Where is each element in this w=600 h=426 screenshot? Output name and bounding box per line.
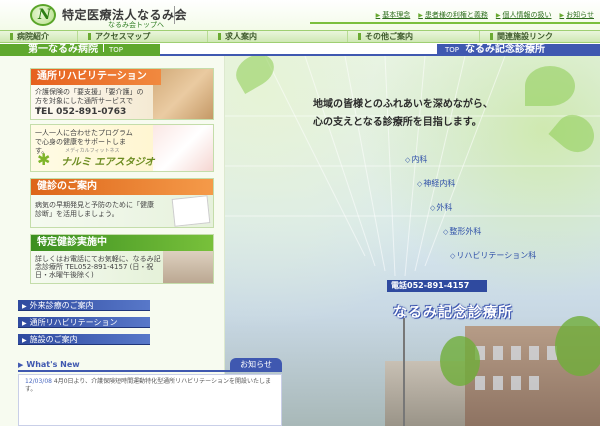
tree-decoration (440, 336, 480, 386)
special-checkup-title: 特定健診実施中 (31, 235, 213, 251)
top-link-philosophy[interactable]: 基本理念 (376, 10, 410, 20)
checkup-banner[interactable]: 健診のご案内 病気の早期発見と予防のために「健康診断」を活用しましょう。 (30, 178, 214, 228)
hero-tagline: 地域の皆様とのふれあいを深めながら、 心の支えとなる診療所を目指します。 (313, 96, 573, 132)
checkup-title: 健診のご案内 (31, 179, 213, 195)
nav-hospital-intro[interactable]: 病院紹介 (0, 31, 78, 42)
rehab-photo (153, 69, 213, 119)
street-lamp (403, 318, 405, 426)
tagline-line-2: 心の支えとなる診療所を目指します。 (313, 117, 482, 128)
building-window (529, 346, 539, 360)
dept-rehab[interactable]: リハビリテーション科 (450, 250, 536, 261)
special-checkup-desc: 詳しくはお電話にてお気軽に、なるみ記念診療所 TEL052-891-4157 (… (35, 255, 161, 279)
top-link-privacy[interactable]: 個人情報の扱い (496, 10, 552, 20)
clinic-name: なるみ記念診療所 (393, 305, 513, 321)
logo-icon[interactable]: N (30, 4, 56, 26)
building-window (493, 376, 503, 390)
building-window (511, 346, 521, 360)
rehab-banner[interactable]: 通所リハビリテーション 介護保険の「要支援」「要介護」の方を対象にした通所サービ… (30, 68, 214, 120)
nav-access-map[interactable]: アクセスマップ (78, 31, 208, 42)
rehab-title: 通所リハビリテーション (31, 69, 161, 85)
left-top-label: TOP (109, 46, 124, 54)
left-bar-separator (103, 44, 104, 52)
top-link-patient-rights[interactable]: 患者様の利権と義務 (418, 10, 488, 20)
studio-banner[interactable]: 一人一人に合わせたプログラムで心身の健康をサポートします。 ✱ メディカルフィッ… (30, 124, 214, 172)
news-text: 4月0日より、介護保険短時間運動特化型通所リハビリテーションを開設いたします。 (25, 378, 272, 393)
special-checkup-banner[interactable]: 特定健診実施中 詳しくはお電話にてお気軽に、なるみ記念診療所 TEL052-89… (30, 234, 214, 284)
news-item[interactable]: 12/03/08 4月0日より、介護保険短時間運動特化型通所リハビリテーションを… (18, 374, 282, 426)
nav-recruit[interactable]: 求人案内 (208, 31, 348, 42)
site-header: N 特定医療法人なるみ会 なるみ会トップへ 基本理念 患者様の利権と義務 個人情… (0, 0, 600, 30)
building-window (529, 376, 539, 390)
rehab-tel: TEL 052-891-0763 (35, 107, 127, 117)
whats-new-panel: What's New お知らせ 12/03/08 4月0日より、介護保険短時間運… (18, 356, 282, 426)
clinic-phone: 電話052-891-4157 (387, 280, 487, 292)
top-link-news[interactable]: お知らせ (560, 10, 594, 20)
top-links: 基本理念 患者様の利権と義務 個人情報の扱い お知らせ (376, 10, 594, 20)
clinic-building-image (163, 249, 213, 283)
logo-divider (174, 6, 175, 24)
header-rule (310, 22, 600, 24)
org-top-link[interactable]: なるみ会トップへ (108, 20, 164, 30)
right-top-label: TOP (445, 46, 460, 54)
dept-internal[interactable]: 内科 (405, 154, 427, 165)
dept-neurology[interactable]: 神経内科 (417, 178, 455, 189)
building-window (475, 376, 485, 390)
logo-letter: N (38, 7, 51, 23)
whats-new-header: What's New お知らせ (18, 358, 282, 372)
tree-decoration (555, 316, 600, 376)
fitness-figure-icon: ✱ (37, 150, 51, 169)
news-date: 12/03/08 (25, 378, 52, 385)
studio-brand: ナルミ エアスタジオ (61, 157, 155, 168)
side-link-rehab[interactable]: 通所リハビリテーション (18, 317, 150, 328)
checkup-sheet-image (171, 195, 211, 227)
dept-surgery[interactable]: 外科 (430, 202, 452, 213)
news-tag[interactable]: お知らせ (230, 358, 282, 371)
left-hospital-bar[interactable]: 第一なるみ病院 TOP (0, 44, 160, 56)
dept-orthopedics[interactable]: 整形外科 (443, 226, 481, 237)
side-link-outpatient[interactable]: 外来診療のご案内 (18, 300, 150, 311)
checkup-desc: 病気の早期発見と予防のために「健康診断」を活用しましょう。 (35, 201, 154, 218)
right-hospital-name: なるみ記念診療所 (465, 44, 546, 55)
building-window (511, 376, 521, 390)
left-hospital-name: 第一なるみ病院 (28, 44, 98, 55)
tagline-line-1: 地域の皆様とのふれあいを深めながら、 (313, 99, 493, 110)
nav-other-info[interactable]: その他ご案内 (348, 31, 480, 42)
building-window (493, 346, 503, 360)
nav-related-links[interactable]: 関連施設リンク (480, 31, 600, 42)
side-link-facility[interactable]: 施設のご案内 (18, 334, 150, 345)
main-nav: 病院紹介 アクセスマップ 求人案内 その他ご案内 関連施設リンク (0, 30, 600, 43)
studio-photo (153, 125, 213, 171)
right-hospital-bar[interactable]: TOP なるみ記念診療所 (437, 44, 600, 56)
whats-new-title: What's New (18, 360, 79, 369)
